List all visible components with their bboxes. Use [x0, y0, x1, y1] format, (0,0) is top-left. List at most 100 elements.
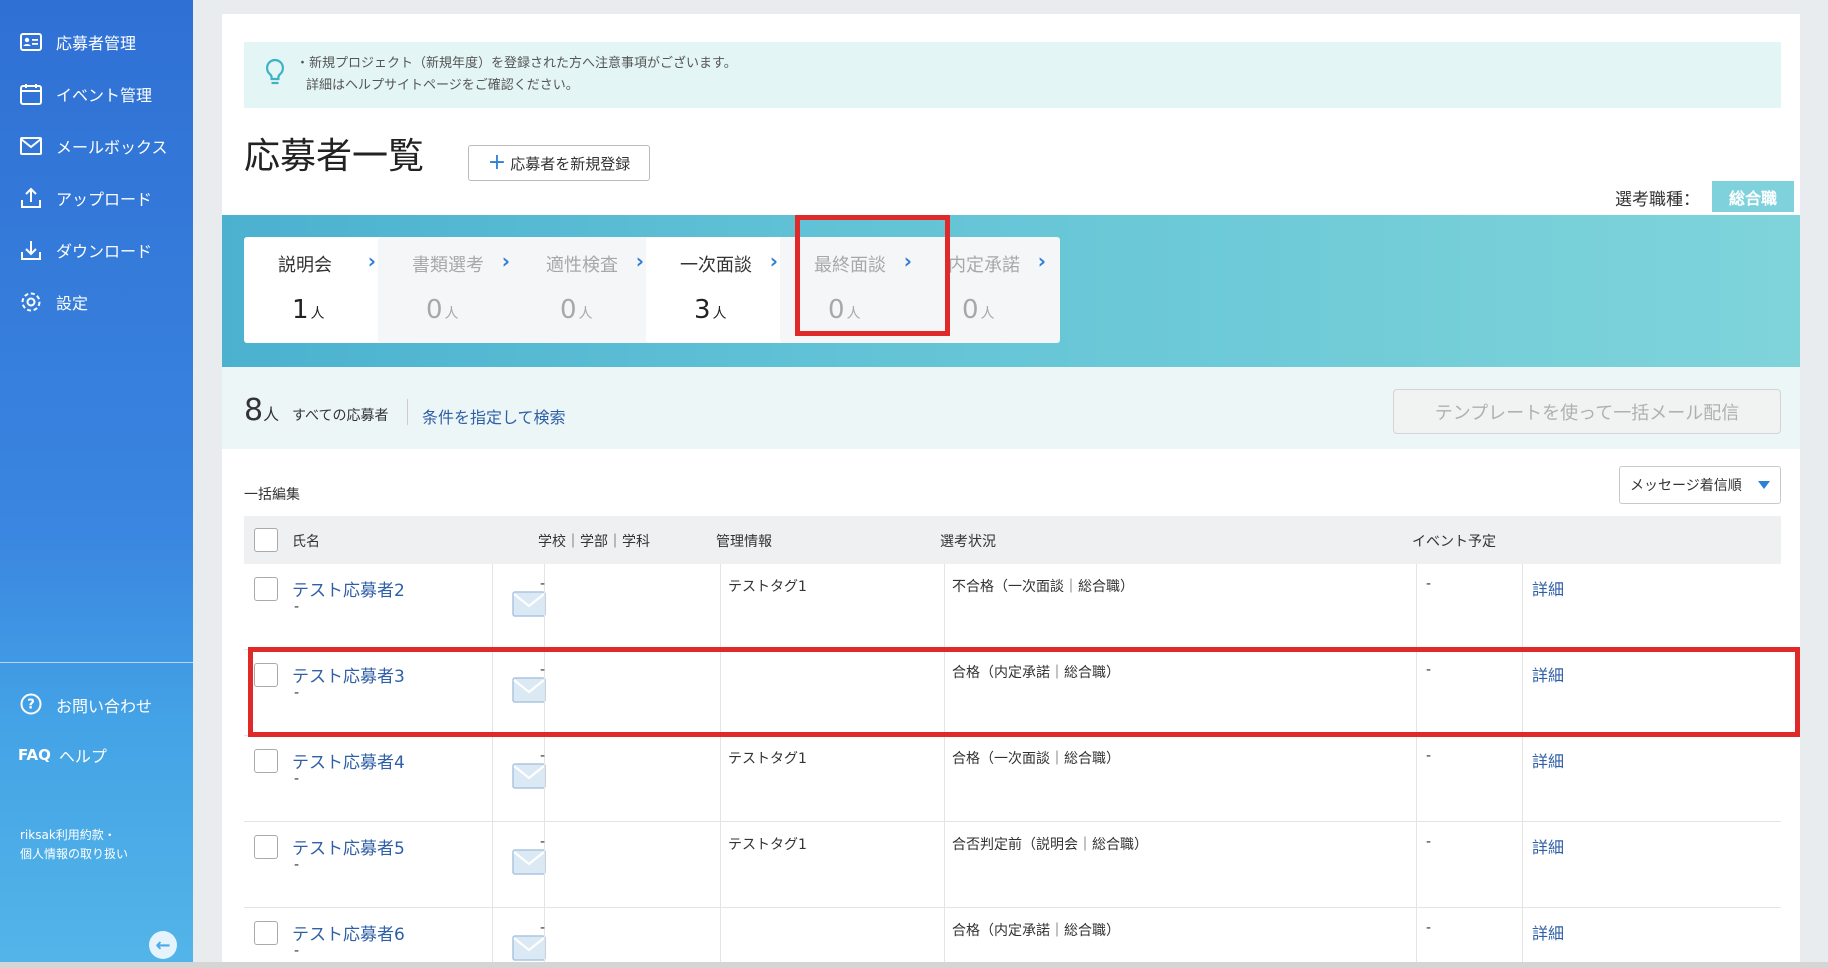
- stage-count: 3人: [694, 295, 727, 325]
- sidebar-item-download[interactable]: ダウンロード: [0, 224, 193, 276]
- selection-status-cell: 合格（内定承諾｜総合職）: [952, 923, 1120, 939]
- advanced-search-link[interactable]: 条件を指定して検索: [422, 404, 566, 428]
- sidebar-item-label: お問い合わせ: [56, 697, 153, 716]
- applicant-sub: -: [294, 685, 300, 701]
- detail-link[interactable]: 詳細: [1532, 748, 1564, 772]
- sidebar-item-label: 応募者管理: [56, 34, 137, 53]
- school-cell: -: [540, 920, 546, 936]
- school-cell: -: [540, 576, 546, 592]
- sidebar-bottom: ? お問い合わせ FAQ ヘルプ: [0, 680, 193, 780]
- detail-link[interactable]: 詳細: [1532, 576, 1564, 600]
- management-tag-cell: テストタグ1: [728, 751, 807, 767]
- cell-divider: [720, 822, 721, 908]
- sidebar-item-applicants[interactable]: 応募者管理: [0, 16, 193, 68]
- detail-link[interactable]: 詳細: [1532, 834, 1564, 858]
- selection-stage-band: 説明会 › 1人 書類選考 › 0人 適性検査 › 0人 一次面談 › 3人 最…: [222, 215, 1800, 367]
- stage-card-final-interview[interactable]: 最終面談 › 0人: [780, 237, 926, 343]
- selection-status-cell: 不合格（一次面談｜総合職）: [952, 579, 1134, 595]
- gear-icon: [18, 289, 44, 315]
- all-applicants-label: すべての応募者: [292, 408, 389, 424]
- applicant-sub: -: [294, 943, 300, 959]
- sidebar: 応募者管理 イベント管理 メールボックス アップロード ダウンロード 設定 ? …: [0, 0, 193, 968]
- sidebar-item-events[interactable]: イベント管理: [0, 68, 193, 120]
- mail-icon: [18, 133, 44, 159]
- table-row: テスト応募者4- - テストタグ1 合格（一次面談｜総合職） - 詳細: [244, 736, 1781, 822]
- sidebar-item-upload[interactable]: アップロード: [0, 172, 193, 224]
- sidebar-item-label: ダウンロード: [56, 242, 153, 261]
- stage-card-first-interview[interactable]: 一次面談 › 3人: [646, 237, 792, 343]
- event-cell: -: [1426, 748, 1432, 764]
- sidebar-item-label: イベント管理: [56, 86, 153, 105]
- row-checkbox[interactable]: [254, 577, 278, 601]
- applicant-name-link[interactable]: テスト応募者3: [292, 662, 405, 687]
- main-panel: ・新規プロジェクト（新規年度）を登録された方へ注意事項がございます。 詳細はヘル…: [222, 14, 1800, 968]
- upload-icon: [18, 185, 44, 211]
- header-event: イベント予定: [1412, 534, 1496, 550]
- event-cell: -: [1426, 834, 1432, 850]
- stage-count: 0人: [828, 295, 861, 325]
- chevron-right-icon: ›: [769, 249, 778, 273]
- row-checkbox[interactable]: [254, 749, 278, 773]
- sidebar-item-contact[interactable]: ? お問い合わせ: [0, 680, 193, 730]
- table-row: テスト応募者6- - 合格（内定承諾｜総合職） - 詳細: [244, 908, 1781, 968]
- window-bottom-edge: [0, 962, 1828, 968]
- table-header: 氏名 学校｜学部｜学科 管理情報 選考状況 イベント予定: [244, 516, 1781, 564]
- sidebar-item-help[interactable]: FAQ ヘルプ: [0, 730, 193, 780]
- stage-card-aptitude-test[interactable]: 適性検査 › 0人: [512, 237, 658, 343]
- applicant-sub: -: [294, 599, 300, 615]
- detail-link[interactable]: 詳細: [1532, 662, 1564, 686]
- cell-divider: [944, 908, 945, 968]
- terms-link[interactable]: riksak利用約款・ 個人情報の取り扱い: [20, 826, 128, 864]
- event-cell: -: [1426, 576, 1432, 592]
- detail-link[interactable]: 詳細: [1532, 920, 1564, 944]
- cell-divider: [944, 822, 945, 908]
- chevron-right-icon: ›: [367, 249, 376, 273]
- chevron-right-icon: ›: [903, 249, 912, 273]
- svg-text:?: ?: [27, 698, 35, 713]
- cell-divider: [720, 908, 721, 968]
- sort-order-select[interactable]: メッセージ着信順: [1619, 466, 1781, 504]
- sidebar-item-mailbox[interactable]: メールボックス: [0, 120, 193, 172]
- bulk-template-mail-button[interactable]: テンプレートを使って一括メール配信: [1393, 389, 1781, 434]
- header-school: 学校｜学部｜学科: [538, 534, 650, 550]
- collapse-sidebar-button[interactable]: ←: [149, 931, 177, 959]
- bulk-edit-label[interactable]: 一括編集: [244, 484, 300, 504]
- stage-card-briefing[interactable]: 説明会 › 1人: [244, 237, 390, 343]
- chevron-right-icon: ›: [1037, 249, 1046, 273]
- stage-name: 最終面談: [814, 255, 886, 276]
- mail-icon[interactable]: [512, 849, 546, 875]
- stage-card-offer-accepted[interactable]: 内定承諾 › 0人: [914, 237, 1060, 343]
- row-checkbox[interactable]: [254, 921, 278, 945]
- event-cell: -: [1426, 662, 1432, 678]
- cell-divider: [1522, 564, 1523, 650]
- sidebar-item-settings[interactable]: 設定: [0, 276, 193, 328]
- header-status: 選考状況: [940, 534, 996, 550]
- sidebar-item-label: メールボックス: [56, 138, 168, 157]
- cell-divider: [720, 736, 721, 822]
- row-checkbox[interactable]: [254, 663, 278, 687]
- mail-icon[interactable]: [512, 591, 546, 617]
- applicant-name-link[interactable]: テスト応募者2: [292, 576, 405, 601]
- stage-name: 内定承諾: [948, 255, 1020, 276]
- cell-divider: [1416, 908, 1417, 968]
- stage-card-document-screening[interactable]: 書類選考 › 0人: [378, 237, 524, 343]
- select-all-checkbox[interactable]: [254, 528, 278, 552]
- stage-name: 説明会: [278, 255, 332, 276]
- applicant-name-link[interactable]: テスト応募者4: [292, 748, 405, 773]
- applicant-name-link[interactable]: テスト応募者5: [292, 834, 405, 859]
- sidebar-item-label: ヘルプ: [58, 747, 107, 766]
- arrow-left-icon: ←: [155, 934, 171, 956]
- add-applicant-button[interactable]: + 応募者を新規登録: [468, 145, 650, 181]
- applicant-name-link[interactable]: テスト応募者6: [292, 920, 405, 945]
- event-cell: -: [1426, 920, 1432, 936]
- mail-icon[interactable]: [512, 935, 546, 961]
- cell-divider: [492, 908, 493, 968]
- row-checkbox[interactable]: [254, 835, 278, 859]
- mail-icon[interactable]: [512, 763, 546, 789]
- notice-line: 詳細はヘルプサイトページをご確認ください。: [306, 78, 579, 93]
- terms-line: riksak利用約款・: [20, 828, 116, 842]
- table-row: テスト応募者2- - テストタグ1 不合格（一次面談｜総合職） - 詳細: [244, 564, 1781, 650]
- job-type-badge[interactable]: 総合職: [1712, 181, 1794, 212]
- mail-icon[interactable]: [512, 677, 546, 703]
- selection-status-cell: 合格（一次面談｜総合職）: [952, 751, 1120, 767]
